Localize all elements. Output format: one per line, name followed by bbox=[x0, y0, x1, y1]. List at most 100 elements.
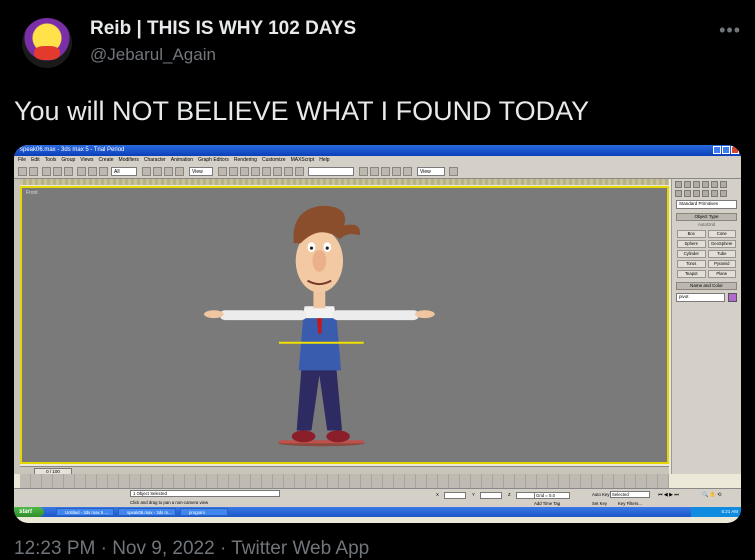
menu-graph-editors: Graph Editors bbox=[198, 157, 229, 163]
name-color-rollout: Name and Color bbox=[676, 282, 737, 290]
command-panel-tabs bbox=[672, 179, 741, 188]
maximize-icon bbox=[722, 146, 730, 154]
menu-tools: Tools bbox=[44, 157, 57, 163]
curve-editor-icon bbox=[359, 167, 368, 176]
menu-bar: File Edit Tools Group Views Create Modif… bbox=[14, 156, 741, 165]
y-coordinate-field bbox=[480, 492, 502, 499]
x-coordinate-field bbox=[444, 492, 466, 499]
reference-coord-dropdown: View bbox=[189, 167, 213, 176]
create-category-icons bbox=[672, 188, 741, 197]
right-shoe bbox=[326, 430, 350, 443]
bind-space-warp-icon bbox=[64, 167, 73, 176]
motion-tab-icon bbox=[702, 181, 709, 188]
selection-filter-dropdown: All bbox=[111, 167, 137, 176]
track-bar bbox=[20, 474, 669, 488]
schematic-view-icon bbox=[370, 167, 379, 176]
system-tray-clock: 5:21 AM bbox=[691, 507, 741, 517]
auto-key-button: Auto Key bbox=[592, 492, 610, 497]
key-filters-button: Key Filters... bbox=[618, 501, 642, 506]
menu-modifiers: Modifiers bbox=[118, 157, 139, 163]
left-hand bbox=[204, 310, 224, 319]
window-titlebar: speak06.max - 3ds max 5 - Trial Period bbox=[14, 145, 741, 156]
taskbar-item-program: program bbox=[180, 508, 228, 516]
primitive-category-dropdown: Standard Primitives bbox=[676, 200, 737, 209]
region-select-icon bbox=[99, 167, 108, 176]
menu-file: File bbox=[18, 157, 27, 163]
menu-animation: Animation bbox=[170, 157, 194, 163]
display-tab-icon bbox=[711, 181, 718, 188]
taskbar-item-untitled: Untitled - 3ds max 5 ... bbox=[56, 508, 114, 516]
viewport-navigation-icon: 🔍 ✋ ⟲ bbox=[702, 492, 722, 498]
menu-maxscript: MAXScript bbox=[290, 157, 315, 163]
avatar[interactable] bbox=[22, 18, 72, 68]
menu-customize: Customize bbox=[261, 157, 286, 163]
select-scale-icon bbox=[164, 167, 173, 176]
right-sleeve bbox=[332, 310, 419, 321]
menu-group: Group bbox=[61, 157, 76, 163]
modify-tab-icon bbox=[684, 181, 691, 188]
pyramid-button: Pyramid bbox=[707, 260, 736, 268]
mirror-icon bbox=[273, 167, 282, 176]
tweet-text: You will NOT BELIEVE WHAT I FOUND TODAY bbox=[14, 96, 590, 126]
create-tab-icon bbox=[675, 181, 682, 188]
left-shoe bbox=[291, 430, 316, 443]
command-panel: Standard Primitives Object Type AutoGrid… bbox=[671, 179, 741, 474]
tab-panel-bar bbox=[14, 179, 669, 185]
plane-button: Plane bbox=[707, 270, 736, 278]
percent-snap-icon bbox=[251, 167, 260, 176]
lights-icon bbox=[693, 190, 700, 197]
trousers bbox=[296, 365, 343, 431]
y-label: Y bbox=[472, 492, 475, 497]
prompt-line: Click and drag to pan a non-camera view bbox=[130, 500, 209, 505]
redo-icon bbox=[29, 167, 38, 176]
select-move-icon bbox=[142, 167, 151, 176]
primitive-buttons: Box Cone Sphere GeoSphere Cylinder Tube … bbox=[677, 230, 736, 278]
teapot-button: Teapot bbox=[677, 270, 706, 278]
undo-icon bbox=[18, 167, 27, 176]
window-title: speak06.max - 3ds max 5 - Trial Period bbox=[20, 147, 125, 153]
x-label: X bbox=[436, 492, 439, 497]
close-icon bbox=[731, 146, 739, 154]
taskbar-item-speak06: speak06.max - 3ds m... bbox=[118, 508, 176, 516]
scale-icon bbox=[175, 167, 184, 176]
playback-controls-icon: ⏮ ◀ ▶ ⏭ bbox=[658, 492, 679, 498]
front-viewport: Front bbox=[20, 186, 669, 464]
torus-button: Torus bbox=[677, 260, 706, 268]
cylinder-button: Cylinder bbox=[677, 250, 706, 258]
cone-button: Cone bbox=[707, 230, 736, 238]
render-scene-icon bbox=[392, 167, 401, 176]
link-icon bbox=[42, 167, 51, 176]
set-key-button: Set Key bbox=[592, 501, 608, 506]
helpers-icon bbox=[711, 190, 718, 197]
display-name[interactable]: Reib | THIS IS WHY 102 DAYS bbox=[90, 18, 356, 40]
character-model bbox=[204, 205, 435, 447]
pivot-icon bbox=[218, 167, 227, 176]
right-hand bbox=[414, 310, 435, 319]
start-button: start bbox=[14, 507, 44, 517]
menu-rendering: Rendering bbox=[233, 157, 257, 163]
menu-character: Character bbox=[143, 157, 166, 163]
unlink-icon bbox=[53, 167, 62, 176]
utilities-tab-icon bbox=[720, 181, 727, 188]
tweet-timestamp[interactable]: 12:23 PM · Nov 9, 2022 · Twitter Web App bbox=[14, 538, 369, 560]
user-handle[interactable]: @Jebarul_Again bbox=[90, 45, 216, 65]
space-warps-icon bbox=[720, 190, 727, 197]
render-last-icon bbox=[449, 167, 458, 176]
z-label: Z bbox=[508, 492, 511, 497]
more-options-icon[interactable]: ••• bbox=[719, 20, 741, 41]
quick-render-icon bbox=[403, 167, 412, 176]
object-type-rollout: Object Type bbox=[676, 213, 737, 221]
menu-create: Create bbox=[98, 157, 114, 163]
left-sleeve bbox=[219, 310, 307, 321]
tweet-media-image[interactable]: speak06.max - 3ds max 5 - Trial Period F… bbox=[14, 145, 741, 523]
object-color-swatch bbox=[728, 293, 737, 302]
render-type-dropdown: View bbox=[417, 167, 445, 176]
align-icon bbox=[284, 167, 293, 176]
menu-help: Help bbox=[319, 157, 330, 163]
menu-edit: Edit bbox=[31, 157, 40, 163]
windows-taskbar: start Untitled - 3ds max 5 ... speak06.m… bbox=[14, 507, 741, 517]
snap-icon bbox=[229, 167, 238, 176]
select-rotate-icon bbox=[153, 167, 162, 176]
nose bbox=[312, 250, 327, 272]
geosphere-button: GeoSphere bbox=[707, 240, 736, 248]
